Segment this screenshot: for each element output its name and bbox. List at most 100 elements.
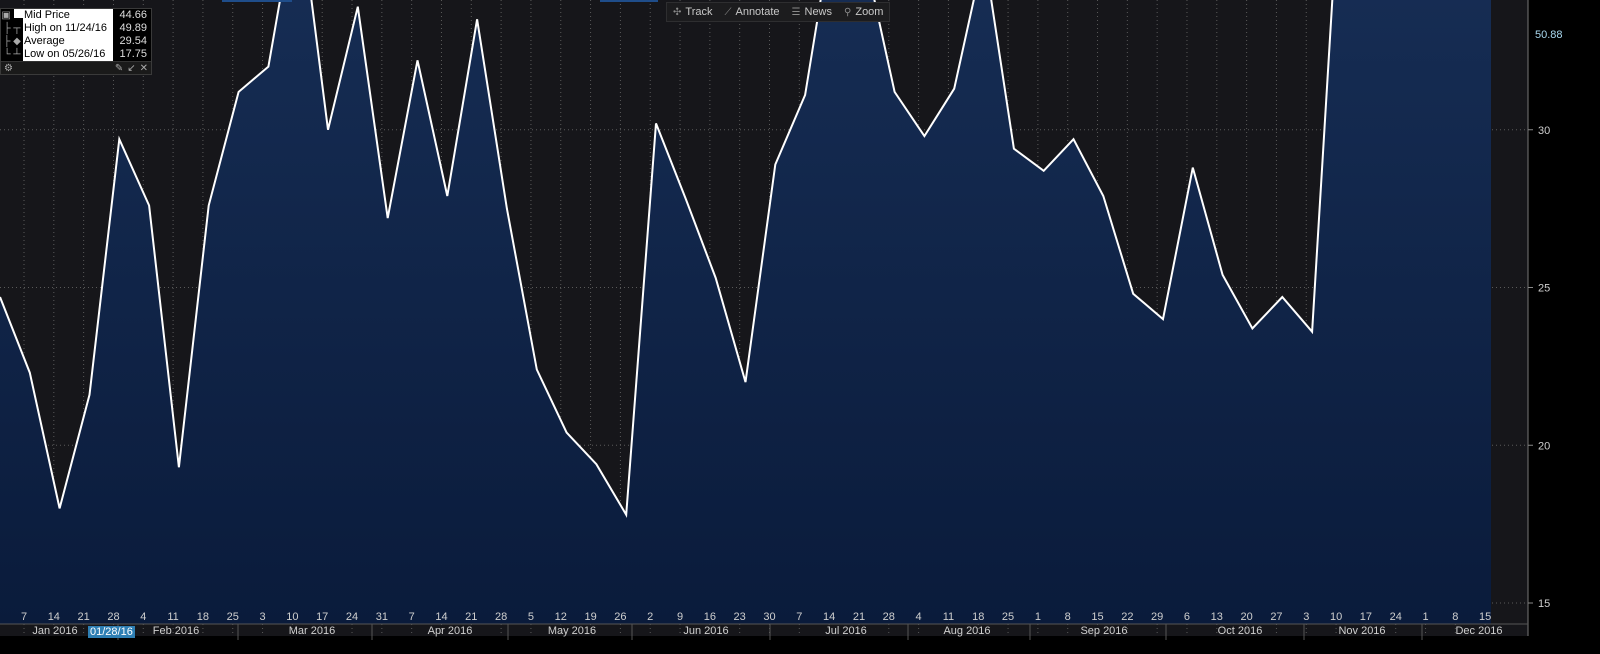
pin-icon[interactable]: ✎ [115,63,123,74]
price-chart[interactable]: 15202530354050 7142128411182531017243171… [0,0,1600,654]
x-tick-label: 7 [409,611,415,623]
high-marker-icon: ├ ┬ [3,23,21,34]
x-tick-label: 24 [1390,611,1402,623]
x-tick-label: 9 [677,611,683,623]
x-tick-label: 7 [796,611,802,623]
x-tick-label: 2 [647,611,653,623]
x-tick-label: 3 [259,611,265,623]
x-month-label: Oct 2016 [1218,625,1263,637]
high-value-tag: 50.88 [1535,29,1563,41]
x-tick-label: 25 [227,611,239,623]
x-tick-label: 27 [1270,611,1282,623]
x-tick-label: 29 [1151,611,1163,623]
x-tick-label: 15 [1479,611,1491,623]
value-tags: 44.6650.88 [1534,27,1572,41]
legend-row-average[interactable]: ├ ◆ Average 29.54 [1,35,151,48]
x-tick-label: 25 [1002,611,1014,623]
series-swatch [13,9,23,18]
y-axis: 15202530354050 [1527,0,1550,636]
x-tick-label: 21 [78,611,90,623]
legend-row-low[interactable]: └ ┴ Low on 05/26/16 17.75 [1,48,151,61]
low-marker-icon: └ ┴ [3,49,21,60]
legend-label: Low on 05/26/16 [23,48,113,61]
x-month-label: Dec 2016 [1455,625,1502,637]
x-tick-label: 1 [1035,611,1041,623]
legend-value: 29.54 [119,35,147,47]
legend-panel: ▣ Mid Price 44.66 ├ ┬ High on 11/24/16 4… [0,8,152,75]
legend-value: 17.75 [119,48,147,60]
gear-icon[interactable]: ⚙ [4,63,13,74]
zoom-button[interactable]: ⚲ Zoom [838,3,889,21]
chart-toolbar: ✣ Track ⟋ Annotate ☰ News ⚲ Zoom [666,2,891,22]
x-month-label: Mar 2016 [289,625,335,637]
x-tick-label: 21 [853,611,865,623]
x-month-label: Feb 2016 [153,625,199,637]
x-month-label: Jun 2016 [683,625,728,637]
close-icon[interactable]: ✕ [140,63,148,74]
crosshair-icon: ✣ [673,6,682,18]
magnifier-icon: ⚲ [844,6,852,18]
y-tick-label: 20 [1538,440,1550,452]
legend-footer: ⚙ ✎ ↙ ✕ [1,61,151,74]
x-tick-label: 4 [140,611,146,623]
x-tick-label: 24 [346,611,358,623]
x-tick-label: 16 [704,611,716,623]
collapse-icon[interactable]: ↙ [127,63,135,74]
x-month-label: Apr 2016 [428,625,473,637]
x-month-label: Nov 2016 [1338,625,1385,637]
x-tick-label: 18 [197,611,209,623]
x-month-label: Sep 2016 [1080,625,1127,637]
legend-label: Average [23,35,113,48]
x-tick-label: 28 [107,611,119,623]
news-button[interactable]: ☰ News [786,3,838,21]
x-tick-label: 19 [584,611,596,623]
x-tick-label: 31 [376,611,388,623]
legend-row-mid-price[interactable]: ▣ Mid Price 44.66 [1,9,151,22]
x-tick-label: 15 [1091,611,1103,623]
x-tick-label: 4 [916,611,922,623]
top-strip [222,0,292,2]
x-tick-label: 17 [316,611,328,623]
series-checkbox[interactable]: ▣ [1,9,23,22]
x-tick-label: 28 [495,611,507,623]
x-tick-label: 6 [1184,611,1190,623]
pencil-icon: ⟋ [724,6,732,18]
y-tick-label: 15 [1538,598,1550,610]
x-tick-label: 20 [1240,611,1252,623]
y-tick-label: 30 [1538,125,1550,137]
x-tick-label: 12 [555,611,567,623]
x-tick-label: 11 [943,611,954,623]
x-month-label: Jul 2016 [825,625,867,637]
x-tick-label: 30 [763,611,775,623]
x-tick-label: 26 [614,611,626,623]
x-tick-label: 28 [883,611,895,623]
legend-value: 44.66 [119,9,147,21]
x-tick-label: 22 [1121,611,1133,623]
x-tick-label: 14 [823,611,835,623]
x-tick-label: 8 [1452,611,1458,623]
y-tick-label: 25 [1538,283,1550,295]
x-tick-label: 14 [435,611,447,623]
crosshair-date-tag: 01/28/16 [88,626,135,638]
x-tick-label: 5 [528,611,534,623]
x-tick-label: 11 [167,611,178,623]
news-icon: ☰ [791,6,801,18]
x-tick-label: 3 [1303,611,1309,623]
x-tick-label: 23 [734,611,746,623]
x-tick-label: 13 [1211,611,1223,623]
legend-label: High on 11/24/16 [23,22,113,35]
track-button[interactable]: ✣ Track [667,3,718,21]
legend-row-high[interactable]: ├ ┬ High on 11/24/16 49.89 [1,22,151,35]
x-tick-label: 21 [465,611,477,623]
x-tick-label: 7 [21,611,27,623]
x-tick-label: 17 [1360,611,1372,623]
x-tick-label: 18 [972,611,984,623]
legend-label: Mid Price [23,9,113,22]
x-month-label: Aug 2016 [943,625,990,637]
x-month-label: May 2016 [548,625,596,637]
x-tick-label: 8 [1065,611,1071,623]
average-marker-icon: ├ ◆ [3,36,21,47]
x-month-label: Jan 2016 [32,625,77,637]
legend-value: 49.89 [119,22,147,34]
annotate-button[interactable]: ⟋ Annotate [718,3,785,21]
